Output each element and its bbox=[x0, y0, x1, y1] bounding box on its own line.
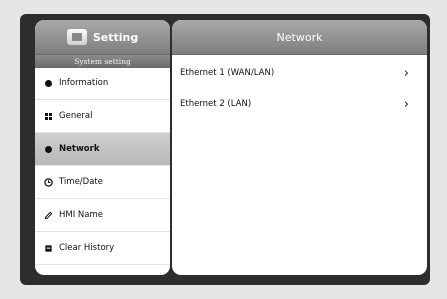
chevron-right-icon: › bbox=[403, 96, 409, 112]
sidebar-item-network[interactable]: Network bbox=[35, 133, 170, 166]
settings-app-icon bbox=[66, 29, 87, 45]
sidebar-panel: Setting System setting Information Gener… bbox=[35, 20, 170, 275]
page-title: Network bbox=[276, 30, 323, 44]
main-header: Network bbox=[172, 20, 427, 55]
main-panel: Network Ethernet 1 (WAN/LAN) › Ethernet … bbox=[172, 20, 427, 275]
sidebar-title: Setting bbox=[92, 30, 139, 44]
info-icon bbox=[41, 79, 55, 87]
chevron-right-icon: › bbox=[403, 65, 409, 81]
sidebar-item-label: Information bbox=[59, 78, 109, 88]
list-item-label: Ethernet 1 (WAN/LAN) bbox=[180, 68, 275, 78]
sidebar-item-general[interactable]: General bbox=[35, 100, 170, 133]
sidebar-item-information[interactable]: Information bbox=[35, 67, 170, 100]
sidebar-item-hmi-name[interactable]: HMI Name bbox=[35, 199, 170, 232]
sidebar-item-label: Network bbox=[59, 144, 100, 154]
list-item-label: Ethernet 2 (LAN) bbox=[180, 99, 252, 109]
clock-icon bbox=[41, 177, 55, 187]
sidebar-item-time-date[interactable]: Time/Date bbox=[35, 166, 170, 199]
sidebar-header: Setting bbox=[35, 20, 170, 55]
clear-history-icon bbox=[41, 244, 55, 253]
sidebar-item-clear-history[interactable]: Clear History bbox=[35, 232, 170, 265]
list-item-ethernet-1[interactable]: Ethernet 1 (WAN/LAN) › bbox=[172, 58, 427, 88]
sidebar-item-label: Time/Date bbox=[59, 177, 103, 187]
list-item-ethernet-2[interactable]: Ethernet 2 (LAN) › bbox=[172, 89, 427, 119]
sidebar-item-label: HMI Name bbox=[59, 210, 104, 220]
sidebar-item-partial[interactable] bbox=[35, 265, 170, 275]
pencil-icon bbox=[41, 211, 55, 220]
network-icon bbox=[41, 145, 55, 153]
sidebar-item-label: Clear History bbox=[59, 243, 115, 253]
sidebar-item-label: General bbox=[59, 111, 93, 121]
grid-icon bbox=[41, 112, 55, 120]
